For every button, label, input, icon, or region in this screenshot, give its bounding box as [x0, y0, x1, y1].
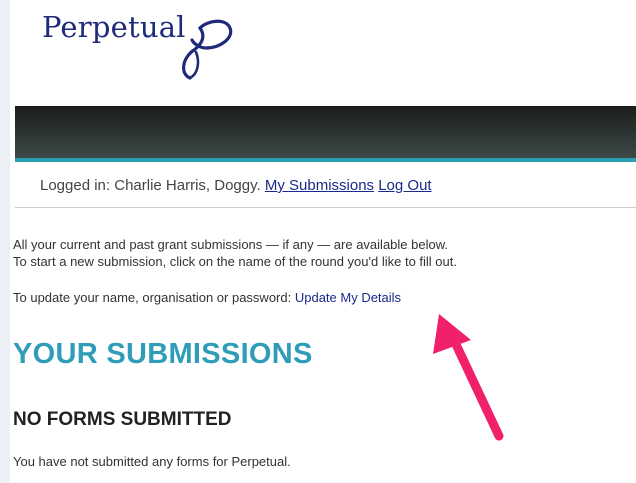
update-details-text: To update your name, organisation or pas… — [13, 290, 292, 305]
intro-line-1: All your current and past grant submissi… — [13, 237, 448, 252]
header-bar — [15, 106, 636, 158]
log-out-link[interactable]: Log Out — [378, 177, 431, 194]
empty-state-message: You have not submitted any forms for Per… — [13, 454, 291, 469]
intro-text: All your current and past grant submissi… — [13, 236, 457, 270]
left-page-edge — [0, 0, 10, 483]
my-submissions-link[interactable]: My Submissions — [265, 177, 374, 194]
update-my-details-link[interactable]: Update My Details — [295, 290, 401, 305]
no-forms-heading: NO FORMS SUBMITTED — [13, 409, 232, 430]
logo-p-mark-icon — [182, 19, 233, 80]
pointer-arrow-icon — [433, 314, 504, 441]
page-title: YOUR SUBMISSIONS — [13, 338, 313, 370]
perpetual-logo[interactable]: Perpetual — [42, 6, 242, 82]
login-status: Logged in: Charlie Harris, Doggy. My Sub… — [40, 177, 432, 194]
update-details-line: To update your name, organisation or pas… — [13, 290, 401, 305]
intro-line-2: To start a new submission, click on the … — [13, 254, 457, 269]
login-status-text: Logged in: Charlie Harris, Doggy. — [40, 177, 261, 194]
logo-wordmark: Perpetual — [42, 10, 186, 44]
login-status-bar: Logged in: Charlie Harris, Doggy. My Sub… — [15, 162, 636, 208]
